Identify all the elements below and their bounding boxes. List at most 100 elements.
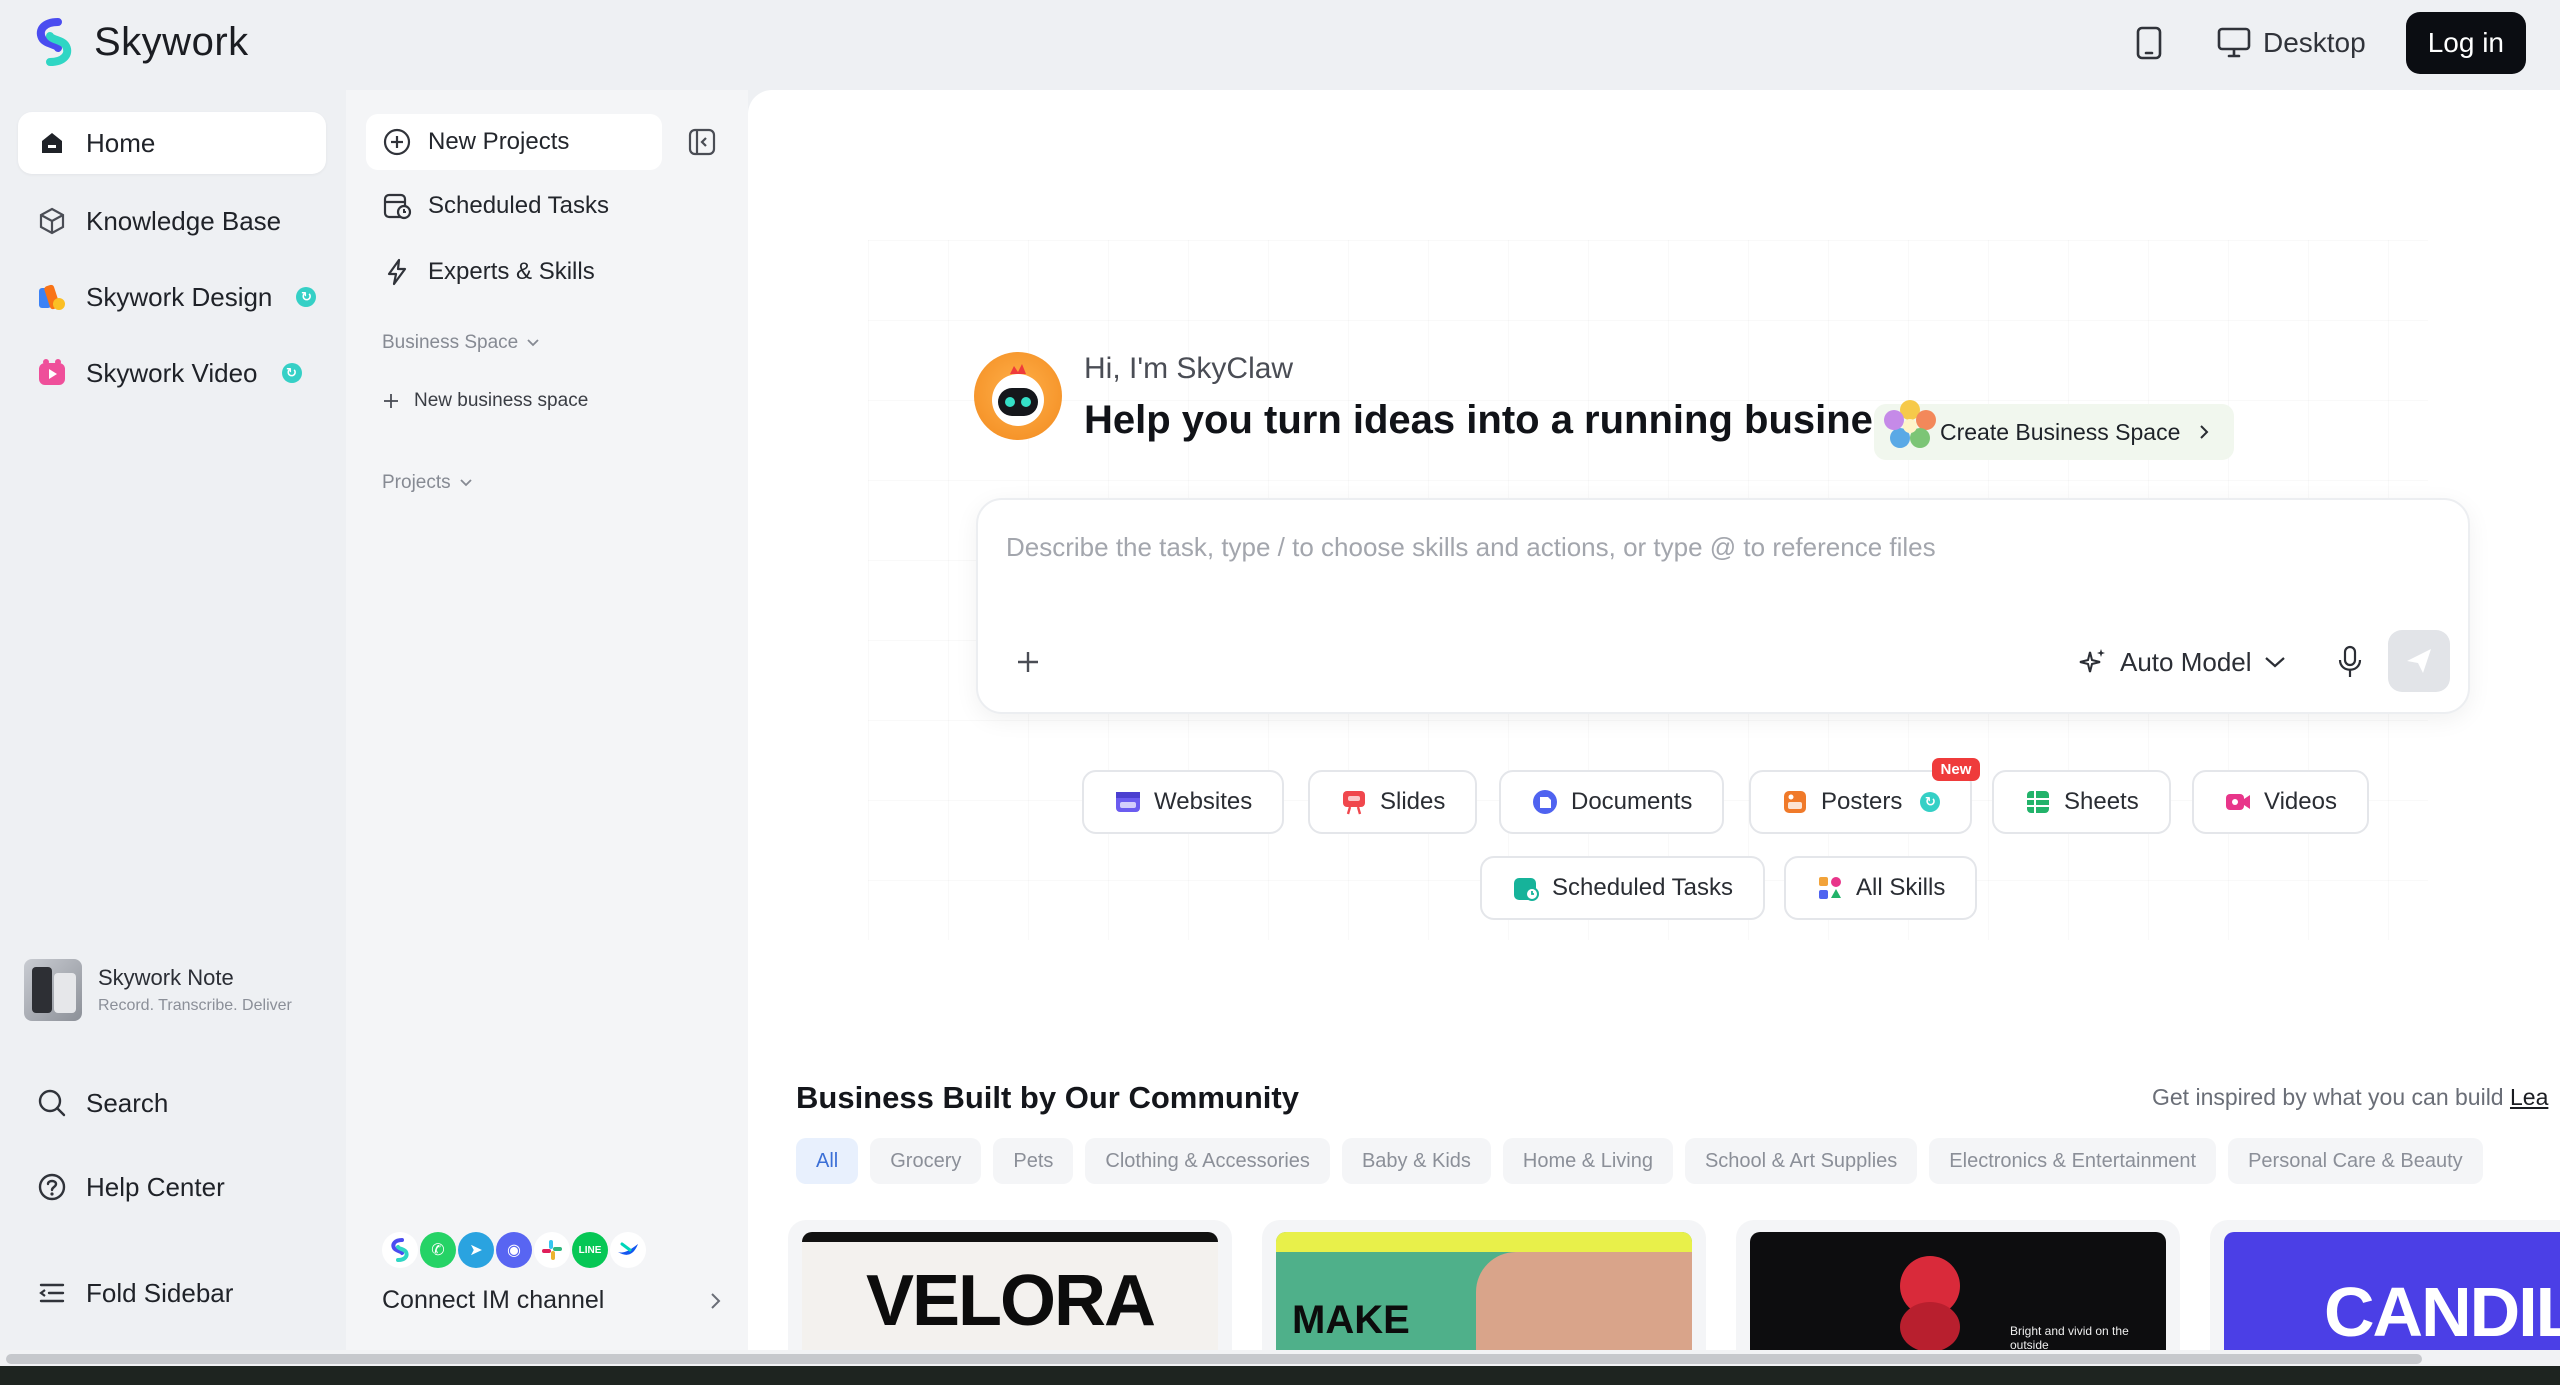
im-channel-icons: ✆ ➤ ◉ LINE [382,1232,646,1268]
sidebar-item-home[interactable]: Home [18,112,326,174]
telegram-icon: ➤ [458,1232,494,1268]
sidebar-item-skywork-video[interactable]: Skywork Video ↻ [18,342,326,404]
skill-all-skills-button[interactable]: All Skills [1784,856,1978,920]
new-business-space-label: New business space [414,390,589,411]
connect-im-channel-button[interactable]: Connect IM channel [382,1286,722,1315]
refresh-badge-icon: ↻ [296,287,317,307]
skill-label: Documents [1571,788,1693,815]
voice-input-button[interactable] [2328,638,2372,686]
sidebar-item-help-center[interactable]: Help Center [18,1156,326,1218]
sidebar-item-search[interactable]: Search [18,1072,326,1134]
skill-videos-button[interactable]: Videos [2192,770,2369,834]
category-tab-grocery[interactable]: Grocery [870,1138,982,1184]
slides-icon [1340,788,1368,816]
plus-circle-icon [383,128,411,156]
community-card[interactable]: MAKE [1262,1220,1706,1350]
skill-documents-button[interactable]: Documents [1499,770,1725,834]
all-skills-icon [1816,874,1844,902]
new-business-space-button[interactable]: New business space [382,390,588,412]
skill-slides-button[interactable]: Slides [1308,770,1478,834]
plus-icon [384,394,398,408]
category-tab-pets[interactable]: Pets [993,1138,1074,1184]
mobile-view-button[interactable] [2121,13,2177,73]
skill-websites-button[interactable]: Websites [1082,770,1285,834]
sheets-icon [2024,788,2052,816]
create-business-space-button[interactable]: Create Business Space [1874,400,2235,460]
card-title: MAKE [1292,1298,1410,1342]
business-space-label: Business Space [382,332,519,353]
help-icon [36,1171,68,1203]
category-tab-clothing[interactable]: Clothing & Accessories [1085,1138,1330,1184]
slack-icon [534,1232,570,1268]
scheduled-tasks-item[interactable]: Scheduled Tasks [366,178,662,234]
sidebar-item-skywork-design[interactable]: Skywork Design ↻ [18,266,326,328]
skywork-note-card[interactable]: Skywork Note Record. Transcribe. Deliver [24,950,324,1030]
posters-icon [1781,788,1809,816]
projects-section[interactable]: Projects [382,472,473,494]
sidebar-item-label: Knowledge Base [86,205,282,236]
community-card[interactable]: CANDIL [2210,1220,2560,1350]
card-preview: VELORA [802,1232,1218,1350]
send-icon [2407,649,2431,673]
cube-icon [36,205,68,237]
sidebar-item-label: Fold Sidebar [86,1277,234,1308]
new-projects-label: New Projects [428,128,570,155]
sidebar-item-label: Help Center [86,1171,225,1202]
collapse-panel-icon [688,128,716,156]
fold-sidebar-button[interactable]: Fold Sidebar [18,1262,326,1324]
skill-label: Sheets [2064,788,2139,815]
plus-icon [1018,652,1038,672]
card-title: VELORA [865,1261,1156,1341]
horizontal-scrollbar-thumb[interactable] [6,1354,2422,1364]
community-card[interactable]: VELORA [788,1220,1232,1350]
skywork-logo-icon [36,18,72,66]
flower-icon [1884,400,1936,448]
collapse-panel-button[interactable] [684,124,720,160]
projects-label: Projects [382,472,451,493]
category-tab-electronics[interactable]: Electronics & Entertainment [1929,1138,2217,1184]
skill-label: Slides [1380,788,1446,815]
prompt-input[interactable] [1006,522,2406,572]
learn-more-link[interactable]: Lea [2510,1084,2548,1110]
business-space-section[interactable]: Business Space [382,332,540,354]
hero-headline: Help you turn ideas into a running busin… [1084,398,1918,442]
sparkle-icon [2079,649,2105,673]
experts-skills-label: Experts & Skills [428,258,595,285]
new-projects-button[interactable]: New Projects [366,114,662,170]
skyclaw-avatar [974,352,1062,440]
home-icon [36,127,68,159]
note-subtitle: Record. Transcribe. Deliver [98,997,292,1014]
sidebar-item-knowledge-base[interactable]: Knowledge Base [18,190,326,252]
new-tag-badge: New [1931,758,1981,781]
note-title: Skywork Note [98,965,234,990]
send-button[interactable] [2388,630,2450,692]
skill-sheets-button[interactable]: Sheets [1992,770,2171,834]
microphone-icon [2338,645,2362,677]
skill-posters-button[interactable]: Posters ↻ New [1749,758,1981,834]
chevron-down-icon [527,339,539,347]
add-attachment-button[interactable] [1004,638,1052,686]
line-icon: LINE [572,1232,608,1268]
video-app-icon [36,357,68,389]
lightning-icon [387,258,407,286]
skill-scheduled-tasks-button[interactable]: Scheduled Tasks [1480,856,1766,920]
brand-logo[interactable]: Skywork [28,16,249,68]
card-preview: CANDIL [2224,1232,2560,1350]
brand-name: Skywork [94,19,249,64]
category-tab-personal-care[interactable]: Personal Care & Beauty [2228,1138,2483,1184]
scheduled-tasks-label: Scheduled Tasks [428,192,610,219]
desktop-button[interactable]: Desktop [2207,13,2376,73]
fold-icon [36,1277,68,1309]
category-tab-home-living[interactable]: Home & Living [1502,1138,1673,1184]
model-selector[interactable]: Auto Model [2076,638,2286,686]
card-preview: Bright and vivid on the outside [1750,1232,2166,1350]
category-tab-baby-kids[interactable]: Baby & Kids [1341,1138,1491,1184]
category-tab-school-art[interactable]: School & Art Supplies [1684,1138,1918,1184]
card-title: Bright and vivid on the outside [2010,1324,2129,1350]
refresh-badge-icon: ↻ [1920,792,1941,812]
category-tab-all[interactable]: All [796,1138,859,1184]
websites-icon [1114,788,1142,816]
experts-skills-item[interactable]: Experts & Skills [366,244,662,300]
login-button[interactable]: Log in [2405,12,2526,74]
community-card[interactable]: Bright and vivid on the outside [1736,1220,2180,1350]
